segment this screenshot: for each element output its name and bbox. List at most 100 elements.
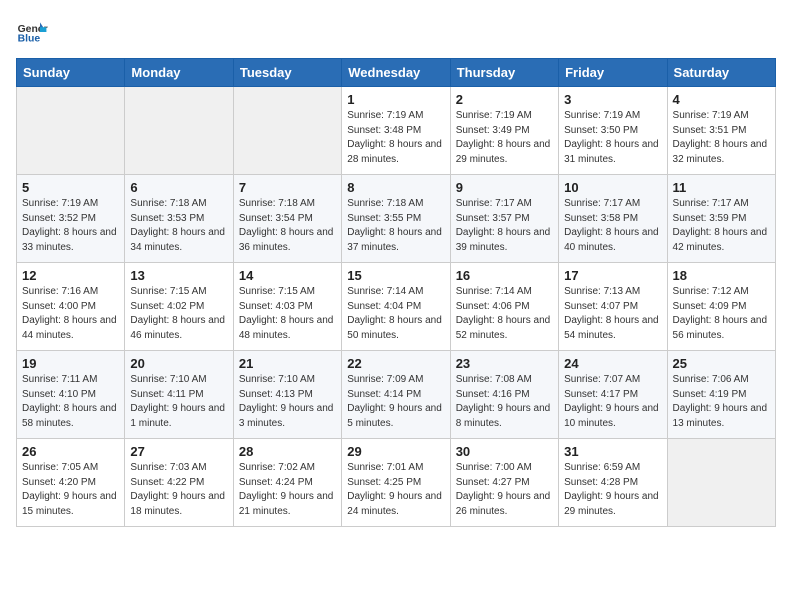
day-cell (233, 87, 341, 175)
day-info: Sunrise: 7:10 AM Sunset: 4:11 PM Dayligh… (130, 373, 227, 431)
header-wednesday: Wednesday (342, 59, 450, 87)
day-cell (17, 87, 125, 175)
day-info: Sunrise: 7:15 AM Sunset: 4:02 PM Dayligh… (130, 285, 227, 343)
day-cell: 8Sunrise: 7:18 AM Sunset: 3:55 PM Daylig… (342, 175, 450, 263)
day-number: 6 (130, 180, 227, 195)
day-cell (667, 439, 775, 527)
day-cell: 15 Sunrise: 7:14 AM Sunset: 4:04 PM Dayli… (342, 263, 450, 351)
day-cell: 20 Sunrise: 7:10 AM Sunset: 4:11 PM Dayli… (125, 351, 233, 439)
day-info: Sunrise: 7:12 AM Sunset: 4:09 PM Dayligh… (673, 285, 770, 343)
day-cell: 3Sunrise: 7:19 AM Sunset: 3:50 PM Daylig… (559, 87, 667, 175)
day-number: 7 (239, 180, 336, 195)
svg-text:Blue: Blue (18, 34, 41, 45)
day-cell: 11 Sunrise: 7:17 AM Sunset: 3:59 PM Dayli… (667, 175, 775, 263)
day-cell (125, 87, 233, 175)
day-cell: 9Sunrise: 7:17 AM Sunset: 3:57 PM Daylig… (450, 175, 558, 263)
day-number: 27 (130, 444, 227, 459)
day-cell: 30 Sunrise: 7:00 AM Sunset: 4:27 PM Dayli… (450, 439, 558, 527)
day-cell: 23 Sunrise: 7:08 AM Sunset: 4:16 PM Dayli… (450, 351, 558, 439)
day-cell: 25 Sunrise: 7:06 AM Sunset: 4:19 PM Dayli… (667, 351, 775, 439)
day-number: 21 (239, 356, 336, 371)
day-number: 29 (347, 444, 444, 459)
day-info: Sunrise: 7:17 AM Sunset: 3:57 PM Dayligh… (456, 197, 553, 255)
day-cell: 5 Sunrise: 7:19 AM Sunset: 3:52 PM Daylig… (17, 175, 125, 263)
day-number: 14 (239, 268, 336, 283)
header-sunday: Sunday (17, 59, 125, 87)
day-cell: 10 Sunrise: 7:17 AM Sunset: 3:58 PM Dayli… (559, 175, 667, 263)
day-cell: 24 Sunrise: 7:07 AM Sunset: 4:17 PM Dayli… (559, 351, 667, 439)
day-cell: 4 Sunrise: 7:19 AM Sunset: 3:51 PM Daylig… (667, 87, 775, 175)
day-info: Sunrise: 7:18 AM Sunset: 3:54 PM Dayligh… (239, 197, 336, 255)
week-row-1: 1Sunrise: 7:19 AM Sunset: 3:48 PM Daylig… (17, 87, 776, 175)
day-info: Sunrise: 7:10 AM Sunset: 4:13 PM Dayligh… (239, 373, 336, 431)
day-number: 2 (456, 92, 553, 107)
day-number: 31 (564, 444, 661, 459)
day-number: 22 (347, 356, 444, 371)
day-cell: 18 Sunrise: 7:12 AM Sunset: 4:09 PM Dayli… (667, 263, 775, 351)
header-monday: Monday (125, 59, 233, 87)
day-info: Sunrise: 7:05 AM Sunset: 4:20 PM Dayligh… (22, 461, 119, 519)
day-cell: 29 Sunrise: 7:01 AM Sunset: 4:25 PM Dayli… (342, 439, 450, 527)
day-number: 10 (564, 180, 661, 195)
day-number: 30 (456, 444, 553, 459)
day-cell: 22 Sunrise: 7:09 AM Sunset: 4:14 PM Dayli… (342, 351, 450, 439)
day-number: 4 (673, 92, 770, 107)
day-info: Sunrise: 7:19 AM Sunset: 3:52 PM Dayligh… (22, 197, 119, 255)
day-cell: 19 Sunrise: 7:11 AM Sunset: 4:10 PM Dayli… (17, 351, 125, 439)
header: General Blue (16, 16, 776, 48)
day-number: 15 (347, 268, 444, 283)
day-info: Sunrise: 7:17 AM Sunset: 3:58 PM Dayligh… (564, 197, 661, 255)
day-cell: 27 Sunrise: 7:03 AM Sunset: 4:22 PM Dayli… (125, 439, 233, 527)
day-number: 11 (673, 180, 770, 195)
day-info: Sunrise: 7:08 AM Sunset: 4:16 PM Dayligh… (456, 373, 553, 431)
day-info: Sunrise: 7:06 AM Sunset: 4:19 PM Dayligh… (673, 373, 770, 431)
day-info: Sunrise: 7:02 AM Sunset: 4:24 PM Dayligh… (239, 461, 336, 519)
day-number: 5 (22, 180, 119, 195)
day-cell: 12Sunrise: 7:16 AM Sunset: 4:00 PM Dayli… (17, 263, 125, 351)
day-info: Sunrise: 7:01 AM Sunset: 4:25 PM Dayligh… (347, 461, 444, 519)
day-cell: 26 Sunrise: 7:05 AM Sunset: 4:20 PM Dayli… (17, 439, 125, 527)
day-number: 17 (564, 268, 661, 283)
day-info: Sunrise: 7:03 AM Sunset: 4:22 PM Dayligh… (130, 461, 227, 519)
day-info: Sunrise: 7:09 AM Sunset: 4:14 PM Dayligh… (347, 373, 444, 431)
day-info: Sunrise: 7:14 AM Sunset: 4:04 PM Dayligh… (347, 285, 444, 343)
day-info: Sunrise: 7:14 AM Sunset: 4:06 PM Dayligh… (456, 285, 553, 343)
logo-icon: General Blue (16, 16, 48, 48)
day-number: 19 (22, 356, 119, 371)
day-number: 23 (456, 356, 553, 371)
day-info: Sunrise: 7:17 AM Sunset: 3:59 PM Dayligh… (673, 197, 770, 255)
day-number: 26 (22, 444, 119, 459)
day-cell: 1Sunrise: 7:19 AM Sunset: 3:48 PM Daylig… (342, 87, 450, 175)
logo: General Blue (16, 16, 48, 48)
header-thursday: Thursday (450, 59, 558, 87)
day-info: Sunrise: 7:19 AM Sunset: 3:49 PM Dayligh… (456, 109, 553, 167)
day-info: Sunrise: 7:13 AM Sunset: 4:07 PM Dayligh… (564, 285, 661, 343)
day-info: Sunrise: 7:07 AM Sunset: 4:17 PM Dayligh… (564, 373, 661, 431)
day-number: 25 (673, 356, 770, 371)
week-row-4: 19 Sunrise: 7:11 AM Sunset: 4:10 PM Dayli… (17, 351, 776, 439)
day-number: 24 (564, 356, 661, 371)
day-info: Sunrise: 7:11 AM Sunset: 4:10 PM Dayligh… (22, 373, 119, 431)
day-cell: 6 Sunrise: 7:18 AM Sunset: 3:53 PM Daylig… (125, 175, 233, 263)
day-info: Sunrise: 7:19 AM Sunset: 3:51 PM Dayligh… (673, 109, 770, 167)
day-cell: 13 Sunrise: 7:15 AM Sunset: 4:02 PM Dayli… (125, 263, 233, 351)
day-number: 20 (130, 356, 227, 371)
day-cell: 14 Sunrise: 7:15 AM Sunset: 4:03 PM Dayli… (233, 263, 341, 351)
week-row-5: 26 Sunrise: 7:05 AM Sunset: 4:20 PM Dayli… (17, 439, 776, 527)
day-number: 3 (564, 92, 661, 107)
day-cell: 7 Sunrise: 7:18 AM Sunset: 3:54 PM Daylig… (233, 175, 341, 263)
day-info: Sunrise: 7:18 AM Sunset: 3:53 PM Dayligh… (130, 197, 227, 255)
day-cell: 16 Sunrise: 7:14 AM Sunset: 4:06 PM Dayli… (450, 263, 558, 351)
day-number: 16 (456, 268, 553, 283)
calendar-table: SundayMondayTuesdayWednesdayThursdayFrid… (16, 58, 776, 527)
day-info: Sunrise: 7:00 AM Sunset: 4:27 PM Dayligh… (456, 461, 553, 519)
week-row-3: 12Sunrise: 7:16 AM Sunset: 4:00 PM Dayli… (17, 263, 776, 351)
day-number: 13 (130, 268, 227, 283)
day-number: 28 (239, 444, 336, 459)
day-info: Sunrise: 7:15 AM Sunset: 4:03 PM Dayligh… (239, 285, 336, 343)
day-info: Sunrise: 6:59 AM Sunset: 4:28 PM Dayligh… (564, 461, 661, 519)
day-number: 12 (22, 268, 119, 283)
day-cell: 17 Sunrise: 7:13 AM Sunset: 4:07 PM Dayli… (559, 263, 667, 351)
day-number: 18 (673, 268, 770, 283)
day-cell: 21 Sunrise: 7:10 AM Sunset: 4:13 PM Dayli… (233, 351, 341, 439)
